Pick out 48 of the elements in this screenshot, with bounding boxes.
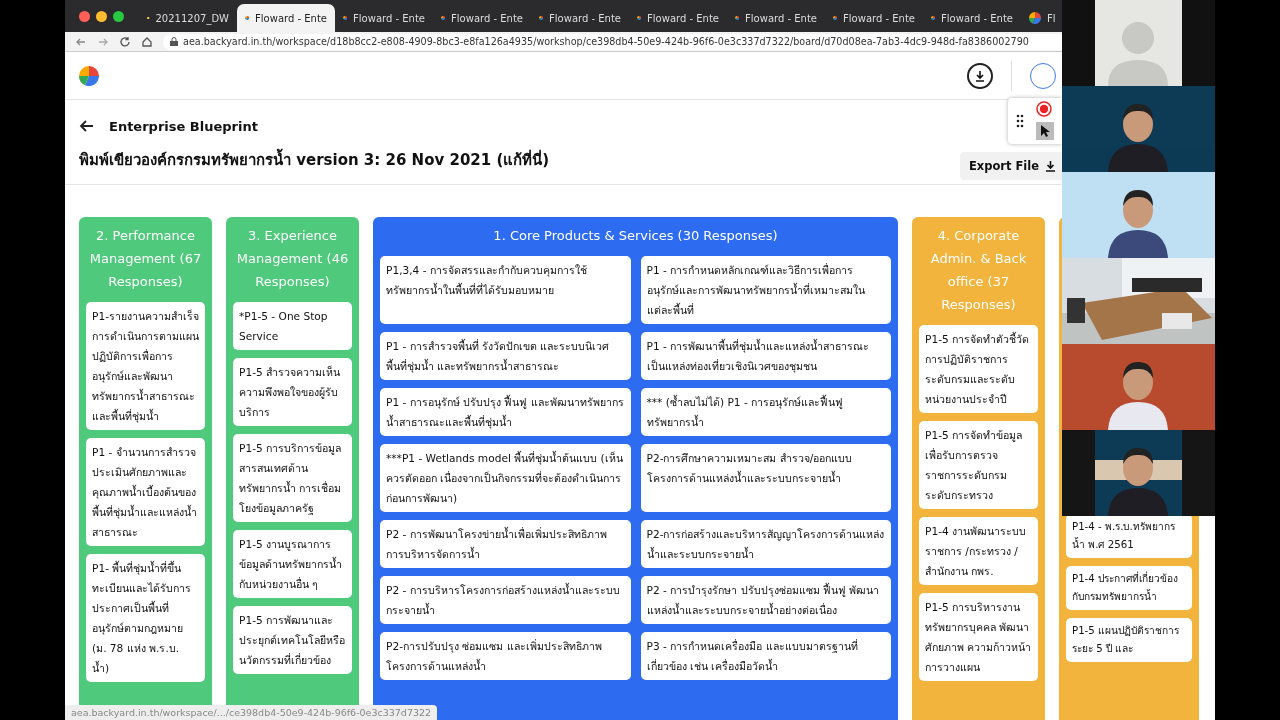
browser-tab[interactable]: 20211207_DW	[139, 4, 237, 32]
column-title: 4. Corporate Admin. & Back office (37 Responses)	[929, 227, 1028, 314]
browser-tab[interactable]: Fl	[1021, 4, 1056, 32]
breadcrumb-title: Enterprise Blueprint	[109, 118, 258, 134]
sticky-note[interactable]: P1 - การพัฒนาพื้นที่ชุ่มน้ำและแหล่งน้ำสาธารณะเป็นแหล่งท่องเที่ยวเชิงนิเวศของชุมชน	[640, 332, 891, 380]
sticky-note[interactable]: P1-5 การบริหารงานทรัพยากรบุคคล พัฒนาศักยภาพ ความก้าวหน้า การวางแผน	[919, 593, 1038, 681]
browser-tab[interactable]: Floward - Ente	[335, 4, 433, 32]
sticky-note[interactable]: P1-4 - พ.ร.บ.ทรัพยากรน้ำ พ.ศ 2561	[1066, 514, 1192, 558]
sticky-note[interactable]: *P1-5 - One Stop Service	[233, 302, 352, 350]
browser-tab[interactable]: Floward - Ente	[727, 4, 825, 32]
sticky-note[interactable]: P3 - การกำหนดเครื่องมือ และแบบมาตรฐานที่เกี่ยวข้อง เช่น เครื่องมือวัดน้ำ	[640, 632, 891, 680]
sticky-note[interactable]: P2 - การพัฒนาโครงข่ายน้ำเพื่อเพิ่มประสิทธิภาพการบริหารจัดการน้ำ	[380, 520, 631, 568]
sticky-note[interactable]: P1-4 ประกาศที่เกี่ยวข้องกับกรมทรัพยากรน้ำ	[1066, 566, 1192, 610]
column-title: 3. Experience Management (46 Responses)	[235, 227, 350, 291]
browser-tab[interactable]: Floward - Ente	[923, 4, 1021, 32]
browser-tab[interactable]: Floward - Ente	[433, 4, 531, 32]
column-title: 2. Performance Management (67 Responses)	[88, 227, 203, 291]
sticky-note[interactable]: P2-การศึกษาความเหมาะสม สำรวจ/ออกแบบโครงการด้านแหล่งน้ำและระบบกระจายน้ำ	[640, 444, 891, 512]
sticky-note[interactable]: P1- พื้นที่ชุ่มน้ำที่ขึ้นทะเบียนและได้รับการประกาศเป็นพื้นที่อนุรักษ์ตามกฎหมาย (ม. 78 แห่ง พ.ร.บ. น้ำ)	[86, 554, 205, 682]
sticky-note[interactable]: P1-5 การจัดทำข้อมูลเพื่อรับการตรวจราชการระดับกรมระดับกระทรวง	[919, 421, 1038, 509]
sticky-note[interactable]: P1-5 สำรวจความเห็นความพึงพอใจของผู้รับบริการ	[233, 358, 352, 426]
board-title: พิมพ์เขียวองค์กรกรมทรัพยากรน้ำ version 3: 26 Nov 2021 (แก้ที่นี่)	[79, 148, 550, 172]
sticky-note[interactable]: P1-5 งานบูรณาการข้อมูลด้านทรัพยากรน้ำกับหน่วยงานอื่น ๆ	[233, 530, 352, 598]
status-url: aea.backyard.in.th/workspace/.../ce398db4-50e9-424b-96f6-0e3c337d7322	[65, 705, 438, 720]
sticky-note[interactable]: P1 - การอนุรักษ์ ปรับปรุง ฟื้นฟู และพัฒนาทรัพยากรน้ำสาธารณะและพื้นที่ชุ่มน้ำ	[380, 388, 631, 436]
sticky-note[interactable]: P1 - การสำรวจพื้นที่ รังวัดปักเขต และระบบนิเวศพื้นที่ชุ่มน้ำ และทรัพยากรน้ำสาธารณะ	[380, 332, 631, 380]
sticky-note[interactable]: P1 - จำนวนการสำรวจประเมินศักยภาพและคุณภาพน้ำเบื้องต้นของพื้นที่ชุ่มน้ำและแหล่งน้ำสาธารณะ	[86, 438, 205, 546]
sticky-note[interactable]: *** (ซ้ำลบไม่ได้) P1 - การอนุรักษ์และฟื้นฟูทรัพยากรน้ำ	[640, 388, 891, 436]
sticky-note[interactable]: P1-5 การพัฒนาและประยุกต์เทคโนโลยีหรือนวัตกรรมที่เกี่ยวข้อง	[233, 606, 352, 674]
browser-tab[interactable]: Floward - Ente	[237, 4, 335, 32]
export-button[interactable]: Export File	[959, 152, 1062, 180]
browser-tab[interactable]: Floward - Ente	[825, 4, 923, 32]
sticky-note[interactable]: P1-5 การบริการข้อมูลสารสนเทศด้านทรัพยากรน้ำ การเชื่อมโยงข้อมูลภาครัฐ	[233, 434, 352, 522]
sticky-note[interactable]: P1-5 การจัดทำตัวชี้วัดการปฏิบัติราชการระดับกรมและระดับหน่วยงานประจำปี	[919, 325, 1038, 413]
sticky-note[interactable]: ***P1 - Wetlands model พื้นที่ชุ่มน้ำต้นแบบ (เห็นควรตัดออก เนื่องจากเป็นกิจกรรมที่จะต้องดำเนินการก่อนการพัฒนา)	[380, 444, 631, 512]
sticky-note[interactable]: P1-5 แผนปฏิบัติราชการ ระยะ 5 ปี และ	[1066, 618, 1192, 662]
sticky-note[interactable]: P2 - การบริหารโครงการก่อสร้างแหล่งน้ำและระบบกระจายน้ำ	[380, 576, 631, 624]
sticky-note[interactable]: P2 - การบำรุงรักษา ปรับปรุงซ่อมแซม ฟื้นฟู พัฒนาแหล่งน้ำและระบบกระจายน้ำอย่างต่อเนื่อง	[640, 576, 891, 624]
sticky-note[interactable]: P1 - การกำหนดหลักเกณฑ์และวิธีการเพื่อการอนุรักษ์และการพัฒนาทรัพยากรน้ำที่เหมาะสมในแต่ละพื้นที่	[640, 256, 891, 324]
sticky-note[interactable]: P1-รายงานความสำเร็จการดำเนินการตามแผนปฏิบัติการเพื่อการอนุรักษ์และพัฒนาทรัพยากรน้ำสาธารณะและพื้นที่ชุ่มน้ำ	[86, 302, 205, 430]
sticky-note[interactable]: P2-การก่อสร้างและบริหารสัญญาโครงการด้านแหล่งน้ำและระบบกระจายน้ำ	[640, 520, 891, 568]
address-bar[interactable]: aea.backyard.in.th/workspace/d18b8cc2-e808-4909-8bc3-e8fa126a4935/workshop/ce398db4-50e9-424b-96f6-0e3c337d7322/board/d70d08ea-7ab3-4dc9-948d-fa8386002790	[163, 33, 1062, 50]
column-title: 1. Core Products & Services (30 Responses)	[492, 227, 779, 245]
browser-tab[interactable]: Floward - Ente	[629, 4, 727, 32]
browser-tab[interactable]: Floward - Ente	[531, 4, 629, 32]
sticky-note[interactable]: P1-4 งานพัฒนาระบบราชการ /กระทรวง / สำนักงาน กพร.	[919, 517, 1038, 585]
sticky-note[interactable]: P1,3,4 - การจัดสรรและกำกับควบคุมการใช้ทรัพยากรน้ำในพื้นที่ที่ได้รับมอบหมาย	[380, 256, 631, 324]
sticky-note[interactable]: P2-การปรับปรุง ซ่อมแซม และเพิ่มประสิทธิภาพโครงการด้านแหล่งน้ำ	[380, 632, 631, 680]
